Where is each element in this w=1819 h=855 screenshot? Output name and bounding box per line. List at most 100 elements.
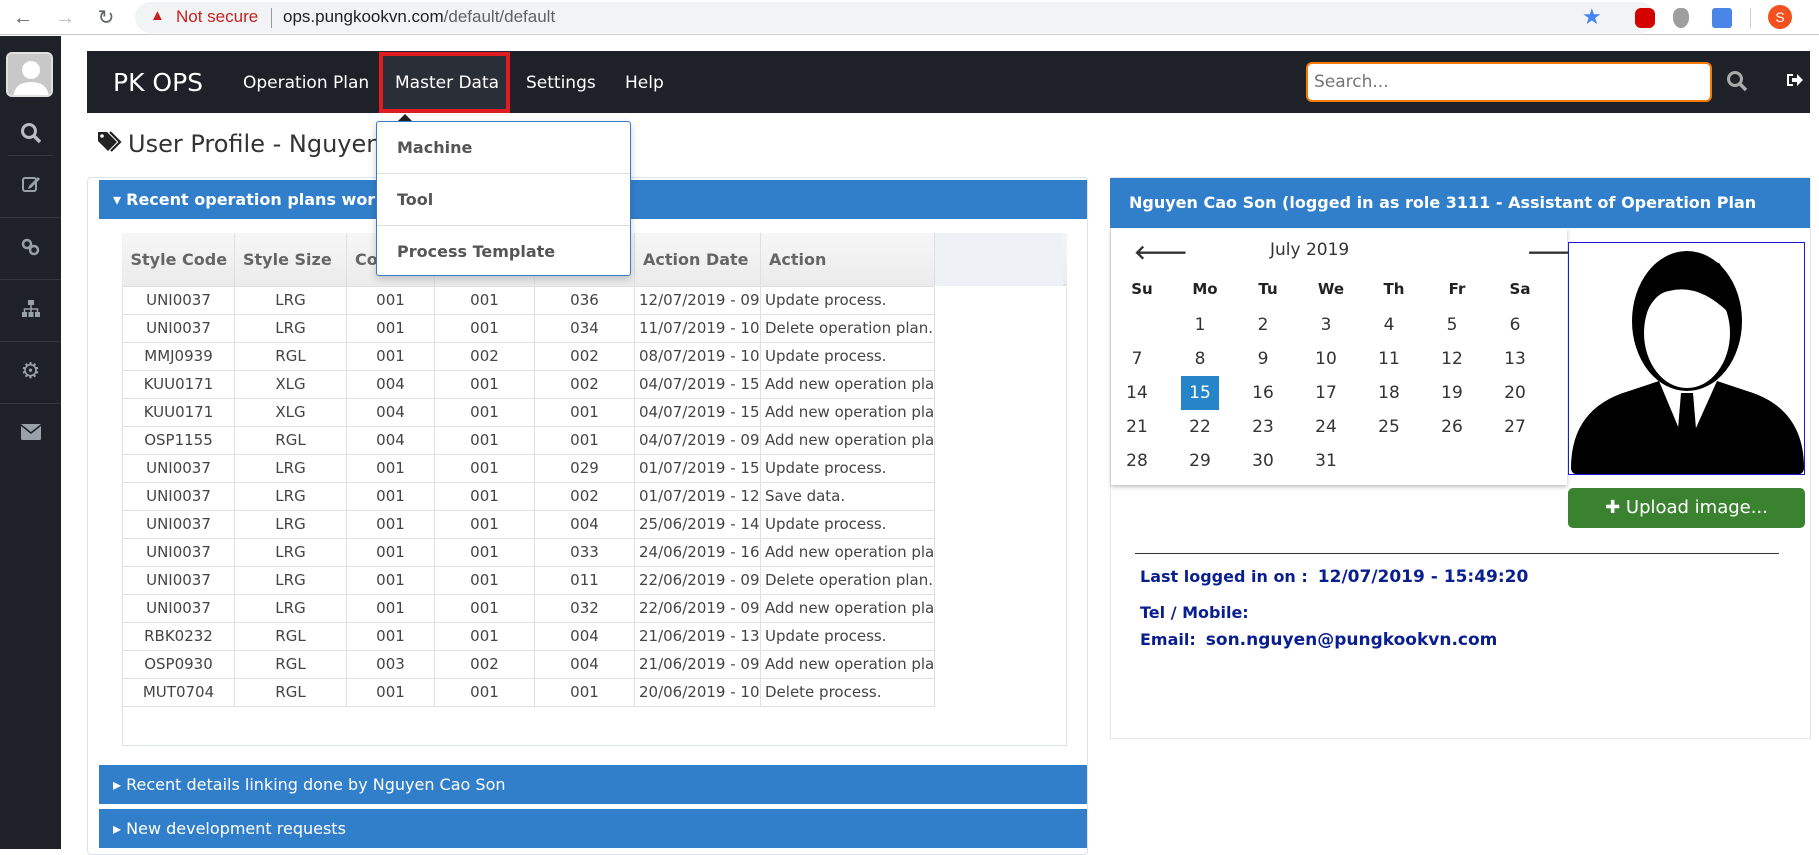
section-header-new-development-requests[interactable]: ▸ New development requests	[99, 809, 1087, 848]
table-cell: RGL	[234, 621, 347, 651]
shield-extension-icon[interactable]	[1673, 8, 1689, 28]
table-cell: 004	[346, 397, 435, 427]
calendar-day[interactable]: 1	[1181, 308, 1219, 342]
calendar-day[interactable]: 12	[1433, 342, 1471, 376]
calendar-day[interactable]: 10	[1307, 342, 1345, 376]
nav-item-master-data[interactable]: Master Data	[395, 73, 499, 93]
envelope-icon[interactable]	[0, 424, 61, 446]
forward-icon[interactable]: →	[52, 5, 78, 31]
column-header[interactable]: Action	[760, 233, 935, 286]
calendar-day[interactable]: 28	[1118, 444, 1156, 478]
calendar-day[interactable]: 16	[1244, 376, 1282, 410]
table-cell: LRG	[234, 453, 347, 483]
edit-icon[interactable]	[0, 174, 61, 200]
brand-logo[interactable]: PK OPS	[113, 68, 203, 97]
translate-extension-icon[interactable]	[1712, 8, 1732, 28]
section-header-recent-details-linking[interactable]: ▸ Recent details linking done by Nguyen …	[99, 765, 1087, 804]
calendar-day[interactable]: 30	[1244, 444, 1282, 478]
logout-button[interactable]	[1786, 72, 1804, 93]
table-row[interactable]: MUT0704 RGL 001 001 001 20/06/2019 - 10 Delete…	[122, 677, 1063, 707]
table-cell: 004	[346, 369, 435, 399]
calendar-prev-icon[interactable]: 🡐	[1134, 240, 1188, 265]
calendar-day[interactable]: 8	[1181, 342, 1219, 376]
nav-item-settings[interactable]: Settings	[526, 73, 596, 93]
back-icon[interactable]: ←	[10, 5, 36, 31]
calendar-day[interactable]: 26	[1433, 410, 1471, 444]
calendar-day-selected[interactable]: 15	[1181, 376, 1219, 410]
table-row[interactable]: UNI0037 LRG 001 001 033 24/06/2019 - 16 Add ne…	[122, 537, 1063, 567]
calendar-day[interactable]: 4	[1370, 308, 1408, 342]
table-cell: Add new operation pla	[760, 397, 935, 427]
sitemap-icon[interactable]	[0, 299, 61, 325]
nav-item-help[interactable]: Help	[625, 73, 664, 93]
column-header[interactable]: Action Date	[634, 233, 761, 286]
caret-right-icon: ▸	[113, 775, 127, 794]
bookmark-star-icon[interactable]: ★	[1582, 4, 1602, 30]
calendar-day[interactable]: 23	[1244, 410, 1282, 444]
search-icon[interactable]	[0, 122, 61, 150]
table-row[interactable]: UNI0037 LRG 001 001 002 01/07/2019 - 12 Save d…	[122, 481, 1063, 511]
table-cell: 001	[346, 341, 435, 371]
email-value[interactable]: son.nguyen@pungkookvn.com	[1206, 630, 1498, 650]
column-header[interactable]: Style Code	[122, 233, 235, 286]
calendar-day[interactable]: 21	[1118, 410, 1156, 444]
nav-item-operation-plan[interactable]: Operation Plan	[243, 73, 369, 93]
table-row[interactable]: RBK0232 RGL 001 001 004 21/06/2019 - 13 Update…	[122, 621, 1063, 651]
url-text[interactable]: ops.pungkookvn.com/default/default	[283, 7, 555, 27]
table-row[interactable]: UNI0037 LRG 001 001 029 01/07/2019 - 15 Update…	[122, 453, 1063, 483]
calendar-day[interactable]: 29	[1181, 444, 1219, 478]
calendar-day[interactable]: 17	[1307, 376, 1345, 410]
search-button[interactable]	[1726, 70, 1748, 98]
search-input[interactable]	[1306, 62, 1712, 102]
table-row[interactable]: MMJ0939 RGL 001 002 002 08/07/2019 - 10 Update…	[122, 341, 1063, 371]
table-row[interactable]: OSP1155 RGL 004 001 001 04/07/2019 - 09 Add ne…	[122, 425, 1063, 455]
calendar-day[interactable]: 31	[1307, 444, 1345, 478]
profile-avatar[interactable]: S	[1768, 5, 1792, 29]
calendar-day[interactable]: 2	[1244, 308, 1282, 342]
calendar-month-label[interactable]: July 2019	[1270, 240, 1349, 260]
calendar-day[interactable]: 5	[1433, 308, 1471, 342]
menu-item-machine[interactable]: Machine	[377, 122, 630, 174]
table-row[interactable]: UNI0037 LRG 001 001 011 22/06/2019 - 09 Delete…	[122, 565, 1063, 595]
calendar-day[interactable]: 13	[1496, 342, 1534, 376]
table-row[interactable]: KUU0171 XLG 004 001 002 04/07/2019 - 15 Add ne…	[122, 369, 1063, 399]
table-row[interactable]: UNI0037 LRG 001 001 034 11/07/2019 - 10 Delete…	[122, 313, 1063, 343]
calendar-day[interactable]: 6	[1496, 308, 1534, 342]
table-cell: 001	[434, 481, 535, 511]
link-icon[interactable]	[0, 237, 61, 263]
column-header[interactable]	[934, 233, 1063, 286]
menu-item-tool[interactable]: Tool	[377, 174, 630, 226]
calendar-day[interactable]: 3	[1307, 308, 1345, 342]
gear-icon[interactable]: ⚙	[0, 358, 61, 384]
table-cell: RGL	[234, 341, 347, 371]
caret-down-icon: ▾	[113, 190, 127, 209]
table-cell: RGL	[234, 649, 347, 679]
upload-image-button[interactable]: ✚ Upload image...	[1568, 488, 1805, 528]
calendar-day[interactable]: 24	[1307, 410, 1345, 444]
adblock-extension-icon[interactable]	[1635, 8, 1655, 28]
calendar-day[interactable]: 18	[1370, 376, 1408, 410]
table-cell: 001	[346, 453, 435, 483]
calendar-day[interactable]: 22	[1181, 410, 1219, 444]
menu-item-process-template[interactable]: Process Template	[377, 226, 630, 278]
security-label[interactable]: Not secure	[176, 7, 258, 27]
column-header[interactable]: Style Size	[234, 233, 347, 286]
calendar-day[interactable]: 7	[1118, 342, 1156, 376]
calendar-day[interactable]: 11	[1370, 342, 1408, 376]
calendar-day[interactable]: 25	[1370, 410, 1408, 444]
reload-icon[interactable]: ↻	[93, 5, 119, 31]
calendar-day[interactable]: 14	[1118, 376, 1156, 410]
calendar-day[interactable]: 19	[1433, 376, 1471, 410]
calendar-day[interactable]: 9	[1244, 342, 1282, 376]
table-row[interactable]: UNI0037 LRG 001 001 036 12/07/2019 - 09 Update…	[122, 285, 1063, 315]
table-row[interactable]: UNI0037 LRG 001 001 004 25/06/2019 - 14 Update…	[122, 509, 1063, 539]
table-row[interactable]: UNI0037 LRG 001 001 032 22/06/2019 - 09 Add ne…	[122, 593, 1063, 623]
table-row[interactable]: KUU0171 XLG 004 001 001 04/07/2019 - 15 Add ne…	[122, 397, 1063, 427]
weekday-label: Su	[1131, 280, 1153, 298]
table-row[interactable]: OSP0930 RGL 003 002 004 21/06/2019 - 09 Add ne…	[122, 649, 1063, 679]
calendar-day[interactable]: 27	[1496, 410, 1534, 444]
calendar-day[interactable]: 20	[1496, 376, 1534, 410]
divider	[0, 217, 61, 218]
user-avatar[interactable]	[6, 52, 53, 97]
table-cell: 001	[346, 481, 435, 511]
